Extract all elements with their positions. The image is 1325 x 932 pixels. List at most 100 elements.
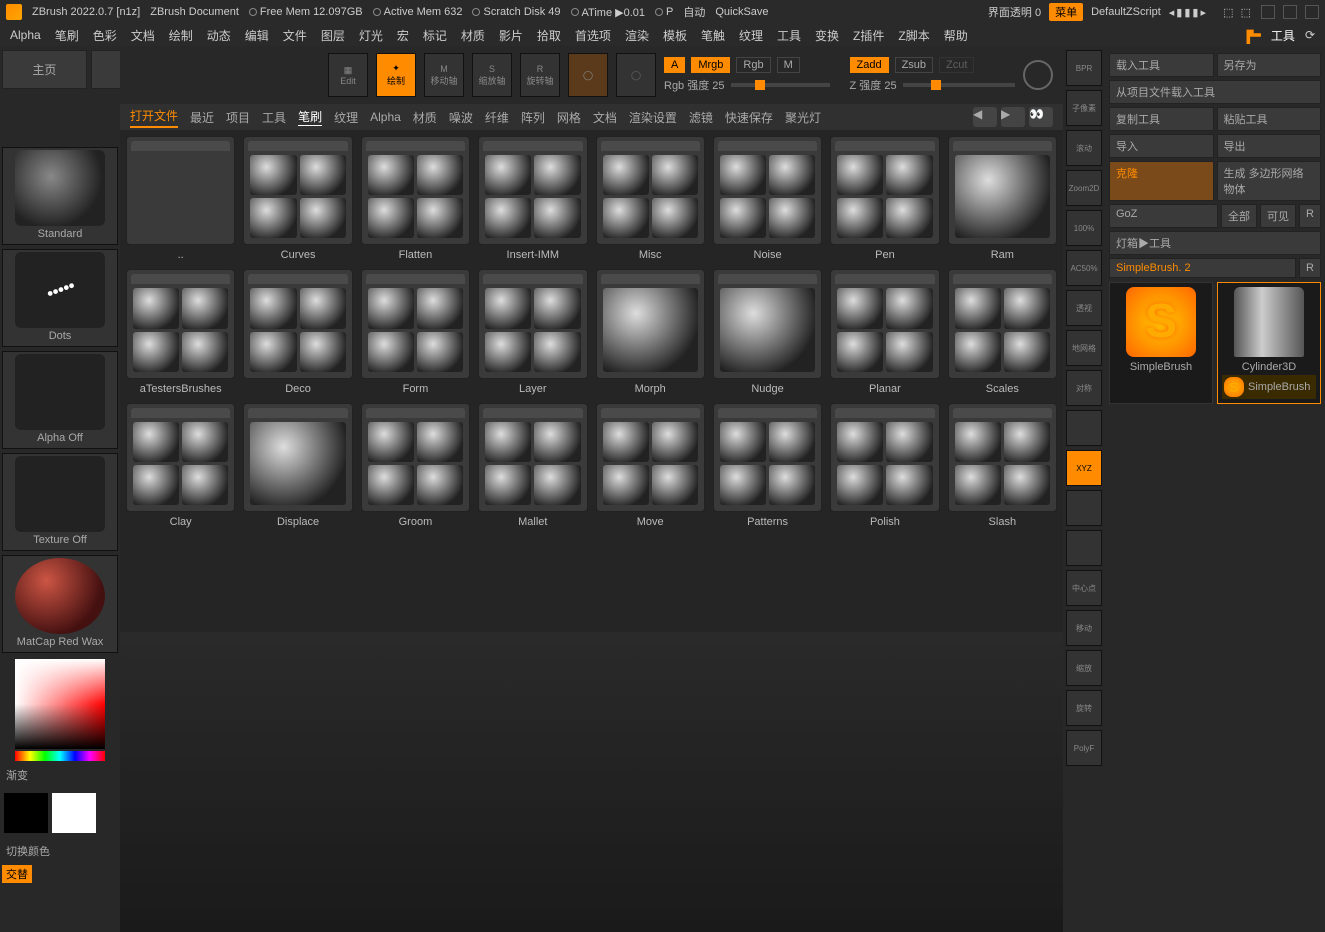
tab-filter[interactable]: 滤镜 — [689, 109, 713, 126]
right-icon-Zoom2D[interactable]: Zoom2D — [1066, 170, 1102, 206]
folder-scales[interactable]: Scales — [948, 269, 1057, 394]
right-icon-缩放[interactable]: 缩放 — [1066, 650, 1102, 686]
right-icon-透视[interactable]: 透视 — [1066, 290, 1102, 326]
draw-mode-button[interactable]: ✦绘制 — [376, 53, 416, 97]
mrgb-chip[interactable]: Mrgb — [691, 57, 730, 73]
goz-all-button[interactable]: 全部 — [1221, 204, 1257, 228]
tab-open-file[interactable]: 打开文件 — [130, 107, 178, 128]
tab-render[interactable]: 渲染设置 — [629, 109, 677, 126]
right-icon-blank-11[interactable] — [1066, 490, 1102, 526]
eyes-icon[interactable]: 👀 — [1029, 107, 1053, 127]
dynamesh-button[interactable]: ◯ — [616, 53, 656, 97]
canvas-area[interactable] — [120, 632, 1063, 932]
menu-macro[interactable]: 宏 — [397, 27, 409, 44]
menu-marker[interactable]: 标记 — [423, 27, 447, 44]
menu-stroke[interactable]: 笔触 — [701, 27, 725, 44]
color-picker[interactable] — [2, 657, 118, 761]
home-button[interactable]: 主页 — [2, 50, 87, 89]
menu-tool[interactable]: 工具 — [777, 27, 801, 44]
color-swatches[interactable] — [4, 793, 116, 833]
copy-tool-button[interactable]: 复制工具 — [1109, 107, 1214, 131]
gradient-label[interactable]: 渐变 — [2, 765, 118, 785]
right-icon-子像素[interactable]: 子像素 — [1066, 90, 1102, 126]
folder-insert-imm[interactable]: Insert-IMM — [478, 136, 587, 261]
clone-button[interactable]: 克隆 — [1109, 161, 1214, 201]
right-icon-中心点[interactable]: 中心点 — [1066, 570, 1102, 606]
quicksave-button[interactable]: QuickSave — [715, 6, 768, 18]
menu-movie[interactable]: 影片 — [499, 27, 523, 44]
lightbox-tools-button[interactable]: 灯箱▶工具 — [1109, 231, 1321, 255]
tool-simplebrush[interactable]: S SimpleBrush — [1109, 282, 1213, 404]
zcut-chip[interactable]: Zcut — [939, 57, 974, 73]
close-icon[interactable] — [1305, 5, 1319, 19]
z-intensity-slider[interactable] — [903, 83, 1015, 87]
import-from-project-button[interactable]: 从项目文件载入工具 — [1109, 80, 1321, 104]
prev-icon[interactable]: ◀ — [973, 107, 997, 127]
minimize-icon[interactable] — [1261, 5, 1275, 19]
folder-misc[interactable]: Misc — [596, 136, 705, 261]
tab-quicksave[interactable]: 快速保存 — [725, 109, 773, 126]
folder-curves[interactable]: Curves — [243, 136, 352, 261]
folder-planar[interactable]: Planar — [830, 269, 939, 394]
focal-shift-icon[interactable] — [1023, 60, 1053, 90]
right-icon-移动[interactable]: 移动 — [1066, 610, 1102, 646]
folder-patterns[interactable]: Patterns — [713, 403, 822, 528]
menu-render[interactable]: 渲染 — [625, 27, 649, 44]
menu-zplugin[interactable]: Z插件 — [853, 27, 884, 44]
save-as-button[interactable]: 另存为 — [1217, 53, 1322, 77]
folder-polish[interactable]: Polish — [830, 403, 939, 528]
menu-alpha[interactable]: Alpha — [10, 28, 41, 42]
alternate-button[interactable]: 交替 — [2, 865, 32, 883]
tab-tool[interactable]: 工具 — [262, 109, 286, 126]
right-icon-blank-9[interactable] — [1066, 410, 1102, 446]
refresh-icon[interactable]: ⟳ — [1305, 28, 1315, 42]
tab-fiber[interactable]: 纤维 — [485, 109, 509, 126]
menu-brush[interactable]: 笔刷 — [55, 27, 79, 44]
tab-array[interactable]: 阵列 — [521, 109, 545, 126]
right-icon-AC50%[interactable]: AC50% — [1066, 250, 1102, 286]
menu-button[interactable]: 菜单 — [1049, 3, 1083, 21]
a-chip[interactable]: A — [664, 57, 685, 73]
texture-tile[interactable]: Texture Off — [2, 453, 118, 551]
menu-layer[interactable]: 图层 — [321, 27, 345, 44]
tab-recent[interactable]: 最近 — [190, 109, 214, 126]
folder-displace[interactable]: Displace — [243, 403, 352, 528]
tab-spotlight[interactable]: 聚光灯 — [785, 109, 821, 126]
alpha-tile[interactable]: Alpha Off — [2, 351, 118, 449]
maximize-icon[interactable] — [1283, 5, 1297, 19]
m-chip[interactable]: M — [777, 57, 800, 73]
tab-material[interactable]: 材质 — [413, 109, 437, 126]
menu-light[interactable]: 灯光 — [359, 27, 383, 44]
layout-icons[interactable]: ◂▮▮▮▸ ⬚ ⬚ — [1169, 6, 1253, 19]
tab-alpha[interactable]: Alpha — [370, 110, 401, 124]
move-mode-button[interactable]: M移动轴 — [424, 53, 464, 97]
folder-layer[interactable]: Layer — [478, 269, 587, 394]
menu-edit[interactable]: 编辑 — [245, 27, 269, 44]
menu-texture[interactable]: 纹理 — [739, 27, 763, 44]
folder-move[interactable]: Move — [596, 403, 705, 528]
make-polymesh-button[interactable]: 生成 多边形网络物体 — [1217, 161, 1322, 201]
default-zscript[interactable]: DefaultZScript — [1091, 6, 1161, 18]
menu-help[interactable]: 帮助 — [944, 27, 968, 44]
menu-color[interactable]: 色彩 — [93, 27, 117, 44]
folder-clay[interactable]: Clay — [126, 403, 235, 528]
rgb-chip[interactable]: Rgb — [736, 57, 770, 73]
paste-tool-button[interactable]: 粘贴工具 — [1217, 107, 1322, 131]
folder-form[interactable]: Form — [361, 269, 470, 394]
menu-zscript[interactable]: Z脚本 — [898, 27, 929, 44]
menu-picker[interactable]: 拾取 — [537, 27, 561, 44]
tool-palette-label[interactable]: 工具 — [1271, 27, 1295, 44]
zsub-chip[interactable]: Zsub — [895, 57, 933, 73]
tab-texture[interactable]: 纹理 — [334, 109, 358, 126]
folder-..[interactable]: .. — [126, 136, 235, 261]
right-icon-blank-12[interactable] — [1066, 530, 1102, 566]
folder-atestersbrushes[interactable]: aTestersBrushes — [126, 269, 235, 394]
scale-mode-button[interactable]: S缩放轴 — [472, 53, 512, 97]
r-button[interactable]: R — [1299, 258, 1321, 278]
rotate-mode-button[interactable]: R旋转轴 — [520, 53, 560, 97]
folder-ram[interactable]: Ram — [948, 136, 1057, 261]
rgb-intensity-slider[interactable] — [731, 83, 830, 87]
tab-noise[interactable]: 噪波 — [449, 109, 473, 126]
folder-morph[interactable]: Morph — [596, 269, 705, 394]
right-icon-对称[interactable]: 对称 — [1066, 370, 1102, 406]
